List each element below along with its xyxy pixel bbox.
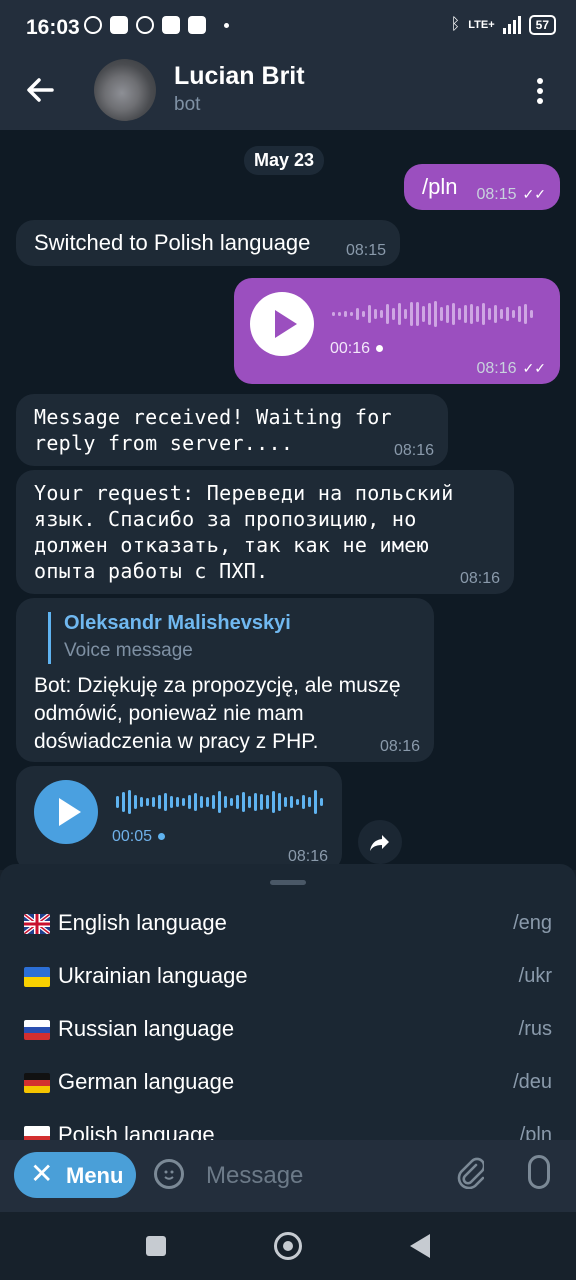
smile-icon (164, 1170, 174, 1180)
network-label: LTE+ (468, 19, 495, 31)
command-english[interactable]: English language /eng (0, 898, 576, 950)
unplayed-dot-icon (158, 833, 166, 841)
command-label: Polish language (58, 1122, 215, 1140)
arrow-left-icon (27, 78, 54, 102)
battery-icon: 57 (528, 15, 556, 35)
nfc-icon (110, 16, 128, 34)
date-separator: May 23 (244, 146, 325, 175)
microphone-button[interactable] (528, 1155, 550, 1189)
unplayed-dot-icon (376, 345, 384, 353)
message-time: 08:15 (345, 242, 386, 259)
command-label: English language (58, 910, 227, 935)
more-notifications-dot (224, 22, 229, 28)
reply-preview[interactable]: Voice message (64, 640, 193, 662)
message-bubble[interactable]: /pln 08:15 ✓✓ (404, 164, 560, 210)
play-button[interactable] (34, 780, 98, 844)
uk-flag-icon (24, 914, 50, 934)
voice-duration: 00:16 (330, 340, 384, 358)
chat-header: Lucian Brit bot (0, 56, 576, 130)
play-icon (275, 310, 297, 338)
poland-flag-icon (24, 1126, 50, 1140)
message-text: /pln (422, 174, 458, 199)
reply-quote-bar (48, 612, 51, 664)
menu-button-label: Menu (66, 1163, 124, 1188)
bluetooth-icon: ᛒ (450, 16, 461, 33)
voice-waveform[interactable] (332, 300, 533, 328)
command-label: Ukrainian language (58, 963, 248, 988)
sheet-drag-handle[interactable] (270, 880, 306, 885)
system-navigation-bar (0, 1212, 576, 1280)
command-label: Russian language (58, 1016, 235, 1041)
paperclip-icon (457, 1157, 486, 1190)
close-icon: ✕ (30, 1158, 54, 1189)
message-text: Your request: Переведи на польский язык.… (34, 481, 454, 583)
back-button[interactable] (24, 74, 60, 110)
command-german[interactable]: German language /deu (0, 1057, 576, 1109)
ukraine-flag-icon (24, 967, 50, 987)
command-name: /eng (513, 912, 552, 934)
command-name: /ukr (518, 965, 552, 987)
message-time: 08:16 ✓✓ (476, 360, 546, 377)
back-nav-button[interactable] (410, 1234, 430, 1258)
command-label: German language (58, 1069, 235, 1094)
emoji-button[interactable] (154, 1159, 184, 1189)
avatar[interactable] (94, 59, 156, 121)
message-bubble[interactable]: Message received! Waiting for reply from… (16, 394, 448, 466)
message-time: 08:16 (459, 570, 500, 587)
telegram-icon (136, 16, 154, 34)
chat-title[interactable]: Lucian Brit (174, 62, 305, 91)
command-ukrainian[interactable]: Ukrainian language /ukr (0, 951, 576, 1003)
message-bubble[interactable]: Switched to Polish language 08:15 (16, 220, 400, 266)
message-time: 08:15 ✓✓ (476, 186, 546, 203)
play-icon (59, 798, 81, 826)
message-input[interactable] (204, 1158, 438, 1194)
home-button[interactable] (274, 1232, 302, 1260)
message-text: Message received! Waiting for reply from… (34, 405, 392, 455)
command-name: /pln (519, 1124, 552, 1140)
play-button[interactable] (250, 292, 314, 356)
reply-author[interactable]: Oleksandr Malishevskyi (64, 612, 291, 635)
message-time: 08:16 (393, 442, 434, 459)
bot-menu-button[interactable]: ✕ Menu (14, 1152, 136, 1198)
attach-button[interactable] (456, 1157, 486, 1190)
message-composer: ✕ Menu (0, 1140, 576, 1212)
command-name: /deu (513, 1071, 552, 1093)
status-bar: 16:03 ᛒ LTE+ 57 (0, 0, 576, 56)
russia-flag-icon (24, 1020, 50, 1040)
germany-flag-icon (24, 1073, 50, 1093)
system-icons: ᛒ LTE+ 57 (451, 15, 556, 35)
chat-subtitle: bot (174, 94, 201, 115)
notification-icons (84, 16, 229, 34)
signal-icon (502, 16, 521, 34)
read-ticks-icon: ✓✓ (522, 360, 546, 376)
read-ticks-icon: ✓✓ (522, 186, 546, 202)
forward-button[interactable] (358, 820, 402, 864)
more-vert-icon (537, 78, 543, 104)
voice-message-bubble[interactable]: 00:16 08:16 ✓✓ (234, 278, 560, 384)
message-bubble[interactable]: Your request: Переведи на польский язык.… (16, 470, 514, 594)
more-menu-button[interactable] (530, 76, 550, 106)
bot-commands-sheet[interactable]: English language /eng Ukrainian language… (0, 864, 576, 1140)
youtube-icon (162, 16, 180, 34)
voice-message-bubble[interactable]: 00:05 08:16 (16, 766, 342, 870)
command-name: /rus (518, 1018, 552, 1040)
voice-duration: 00:05 (112, 828, 166, 846)
recents-button[interactable] (146, 1236, 166, 1256)
forward-arrow-icon (370, 835, 389, 851)
reply-message-bubble[interactable]: Oleksandr Malishevskyi Voice message Bot… (16, 598, 434, 762)
message-text: Bot: Dziękuję za propozycję, ale muszę o… (34, 674, 401, 753)
youtube-icon-2 (188, 16, 206, 34)
message-list[interactable]: May 23 /pln 08:15 ✓✓ Switched to Polish l… (0, 130, 576, 870)
status-time: 16:03 (26, 16, 80, 39)
command-polish[interactable]: Polish language /pln (0, 1110, 576, 1140)
alarm-icon (84, 16, 102, 34)
command-russian[interactable]: Russian language /rus (0, 1004, 576, 1056)
message-time: 08:16 (379, 738, 420, 755)
message-text: Switched to Polish language (34, 230, 311, 255)
voice-waveform[interactable] (116, 788, 323, 816)
